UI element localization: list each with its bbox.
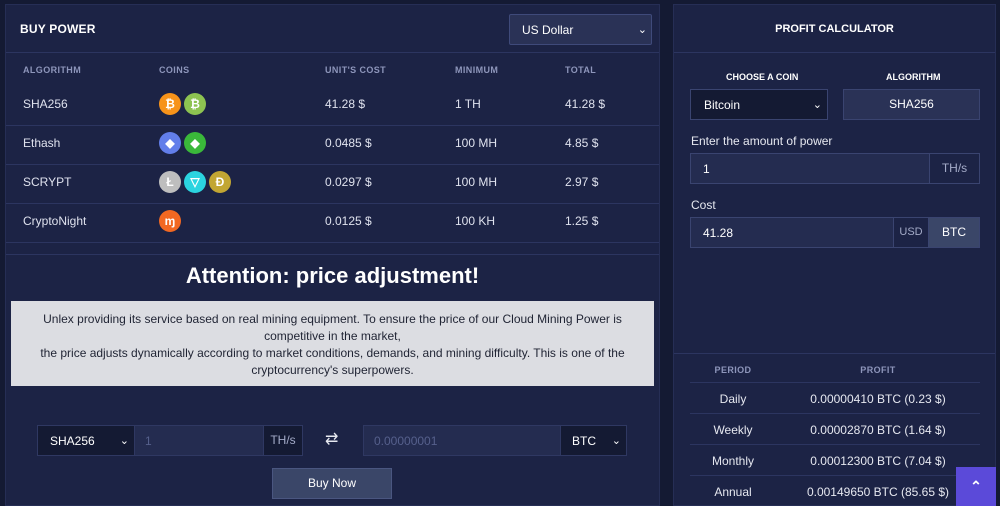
profit-row: Daily 0.00000410 BTC (0.23 $) [690,383,980,414]
buy-power-title: BUY POWER [20,22,96,36]
algorithm-display: SHA256 [843,89,980,120]
unit-cost-cell: 41.28 $ [325,97,366,111]
divider [6,254,659,255]
calculator-title: PROFIT CALCULATOR [674,5,995,53]
col-period: PERIOD [714,365,752,375]
col-minimum: MINIMUM [455,65,499,75]
period-cell: Annual [714,485,752,499]
coin-select-value: Bitcoin [704,98,741,112]
unit-cost-cell: 0.0297 $ [325,175,372,189]
profit-section: PERIOD PROFIT Daily 0.00000410 BTC (0.23… [674,353,995,506]
chevron-double-up-icon: ⌃ [970,478,982,494]
chevron-down-icon: ⌄ [611,435,621,447]
bitcoin-cash-icon: ₿ [184,93,206,115]
cost-label: Cost [691,198,716,212]
amount-label: Enter the amount of power [691,134,833,148]
algorithm-cell: SCRYPT [23,175,72,189]
buy-power-panel: BUY POWER US Dollar ⌄ ALGORITHM COINS UN… [5,4,660,506]
notice-line-2: the price adjusts dynamically according … [40,346,625,377]
price-notice: Unlex providing its service based on rea… [11,301,654,386]
table-header: ALGORITHM COINS UNIT'S COST MINIMUM TOTA… [6,53,659,87]
table-row: Ethash ◆ ◆ 0.0485 $ 100 MH 4.85 $ [6,126,659,165]
profit-cell: 0.00012300 BTC (7.04 $) [810,454,946,468]
order-currency-value: BTC [572,434,596,448]
chevron-down-icon: ⌄ [637,24,647,36]
table-row: SCRYPT Ł ▽ Ð 0.0297 $ 100 MH 2.97 $ [6,165,659,204]
chevron-down-icon: ⌄ [812,99,822,111]
table-row: SHA256 ₿ ₿ 41.28 $ 1 TH 41.28 $ [6,87,659,126]
profit-calculator-panel: PROFIT CALCULATOR CHOOSE A COIN ALGORITH… [673,4,996,506]
currency-select-value: US Dollar [522,23,574,37]
profit-row: Weekly 0.00002870 BTC (1.64 $) [690,414,980,445]
col-total: TOTAL [565,65,597,75]
col-profit: PROFIT [860,365,896,375]
coins-cell: ɱ [159,210,181,232]
order-currency-select[interactable]: BTC ⌄ [560,425,627,456]
minimum-cell: 100 KH [455,214,496,228]
col-unit-cost: UNIT'S COST [325,65,387,75]
buy-now-button[interactable]: Buy Now [272,468,392,499]
coin-select[interactable]: Bitcoin ⌄ [690,89,828,120]
algorithm-label: ALGORITHM [886,72,941,82]
cost-input[interactable]: 41.28 [690,217,894,248]
total-cell: 4.85 $ [565,136,599,150]
profit-table-header: PERIOD PROFIT [690,354,980,383]
total-cell: 2.97 $ [565,175,599,189]
algorithm-cell: CryptoNight [23,214,87,228]
monero-icon: ɱ [159,210,181,232]
order-algorithm-select[interactable]: SHA256 ⌄ [37,425,135,456]
table-row: CryptoNight ɱ 0.0125 $ 100 KH 1.25 $ [6,204,659,243]
minimum-cell: 1 TH [455,97,481,111]
vertcoin-icon: ▽ [184,171,206,193]
buy-power-header: BUY POWER US Dollar ⌄ [6,5,659,53]
profit-cell: 0.00002870 BTC (1.64 $) [810,423,946,437]
minimum-cell: 100 MH [455,175,498,189]
profit-cell: 0.00149650 BTC (85.65 $) [806,485,950,499]
profit-cell: 0.00000410 BTC (0.23 $) [810,392,946,406]
unit-cost-cell: 0.0125 $ [325,214,372,228]
dogecoin-icon: Ð [209,171,231,193]
power-amount-input[interactable]: 1 [690,153,930,184]
power-unit: TH/s [929,153,980,184]
col-coins: COINS [159,65,190,75]
notice-line-1: Unlex providing its service based on rea… [43,312,622,343]
total-cell: 1.25 $ [565,214,599,228]
profit-row: Annual 0.00149650 BTC (85.65 $) [690,476,980,506]
period-cell: Monthly [711,454,755,468]
algorithm-cell: Ethash [23,136,61,150]
period-cell: Daily [719,392,747,406]
order-algorithm-value: SHA256 [50,434,95,448]
usd-toggle[interactable]: USD [893,217,929,248]
period-cell: Weekly [713,423,753,437]
currency-select[interactable]: US Dollar ⌄ [509,14,652,45]
col-algorithm: ALGORITHM [23,65,82,75]
unit-cost-cell: 0.0485 $ [325,136,372,150]
order-power-unit: TH/s [263,425,303,456]
algorithm-cell: SHA256 [23,97,68,111]
minimum-cell: 100 MH [455,136,498,150]
btc-toggle[interactable]: BTC [928,217,980,248]
profit-table: PERIOD PROFIT Daily 0.00000410 BTC (0.23… [690,354,980,506]
order-btc-input[interactable]: 0.00000001 [363,425,561,456]
coins-cell: ₿ ₿ [159,93,206,115]
coins-cell: ◆ ◆ [159,132,206,154]
ethereum-classic-icon: ◆ [184,132,206,154]
order-power-input[interactable]: 1 [134,425,264,456]
scroll-to-top-button[interactable]: ⌃ [956,467,996,506]
bitcoin-icon: ₿ [159,93,181,115]
choose-coin-label: CHOOSE A COIN [726,72,799,82]
ethereum-icon: ◆ [159,132,181,154]
total-cell: 41.28 $ [565,97,606,111]
profit-row: Monthly 0.00012300 BTC (7.04 $) [690,445,980,476]
swap-icon[interactable]: ⇄ [325,429,338,449]
attention-heading: Attention: price adjustment! [185,263,480,288]
litecoin-icon: Ł [159,171,181,193]
coins-cell: Ł ▽ Ð [159,171,231,193]
chevron-down-icon: ⌄ [119,435,129,447]
